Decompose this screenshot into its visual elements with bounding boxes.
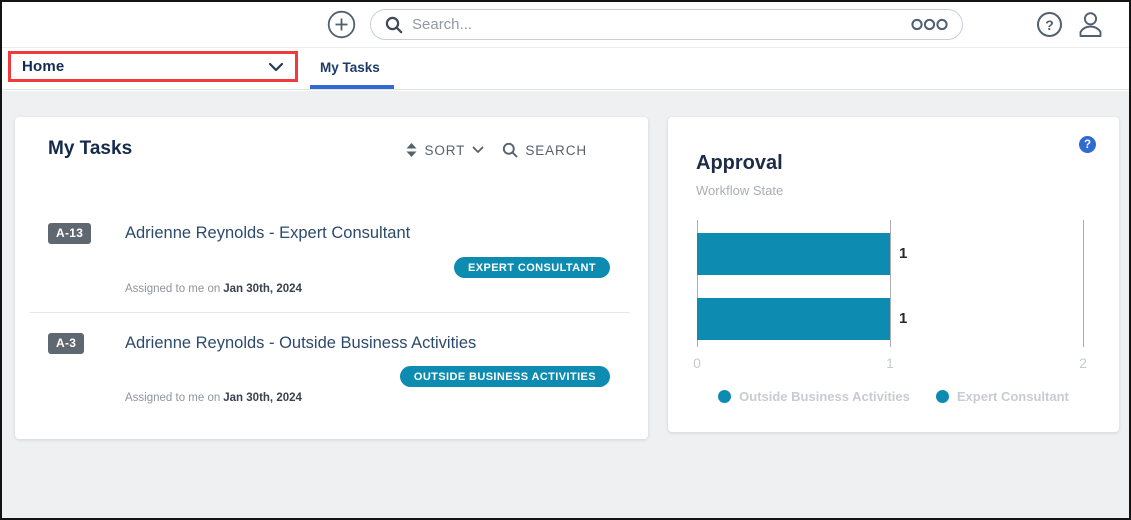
assigned-date: Jan 30th, 2024: [223, 283, 302, 295]
chart-bar: [697, 233, 890, 275]
list-controls: SORT SEARCH: [406, 142, 594, 158]
assigned-prefix: Assigned to me on: [125, 283, 220, 295]
search-tasks-label: SEARCH: [525, 143, 587, 158]
sort-label: SORT: [424, 143, 465, 158]
chart-help-icon[interactable]: ?: [1079, 136, 1096, 153]
legend-dot-icon: [718, 390, 731, 403]
assigned-date: Jan 30th, 2024: [223, 392, 302, 404]
task-title-link[interactable]: Adrienne Reynolds - Expert Consultant: [125, 224, 410, 243]
x-tick-label: 0: [693, 355, 701, 371]
task-id-badge: A-13: [48, 223, 91, 244]
home-dropdown-label: Home: [22, 58, 64, 75]
x-tick-label: 2: [1079, 355, 1087, 371]
assigned-prefix: Assigned to me on: [125, 392, 220, 404]
tab-my-tasks[interactable]: My Tasks: [320, 49, 380, 86]
legend-item: Outside Business Activities: [718, 389, 910, 404]
tab-my-tasks-label: My Tasks: [320, 60, 380, 75]
my-tasks-panel-title: My Tasks: [48, 138, 132, 160]
search-input[interactable]: Search...: [370, 9, 963, 40]
chart-bar: [697, 298, 890, 340]
x-axis-ticks: 012: [697, 355, 1083, 373]
more-options-icon[interactable]: [911, 18, 948, 31]
task-title-link[interactable]: Adrienne Reynolds - Outside Business Act…: [125, 334, 476, 353]
chart-legend: Outside Business Activities Expert Consul…: [668, 389, 1119, 404]
bar-value-label: 1: [899, 310, 907, 327]
bar-chart-plot: 11: [697, 220, 1083, 347]
my-tasks-panel: My Tasks SORT: [15, 117, 648, 439]
nav-bar: Home My Tasks: [2, 49, 1129, 90]
legend-label: Expert Consultant: [957, 389, 1069, 404]
task-assigned-text: Assigned to me onJan 30th, 2024: [125, 392, 302, 404]
search-tasks-icon: [502, 142, 518, 158]
x-gridline: [1083, 220, 1084, 347]
tab-active-underline: [310, 85, 394, 89]
help-icon[interactable]: ?: [1037, 12, 1062, 37]
chart-title: Approval: [696, 152, 783, 175]
sort-button[interactable]: SORT: [406, 143, 484, 158]
task-tag-badge: EXPERT CONSULTANT: [454, 257, 610, 278]
user-icon[interactable]: [1076, 10, 1105, 39]
content-area: My Tasks SORT: [2, 91, 1129, 518]
approval-panel: ? Approval Workflow State 11 012 Outside…: [668, 117, 1119, 432]
chart-subtitle: Workflow State: [696, 183, 783, 198]
search-placeholder: Search...: [412, 16, 902, 33]
home-dropdown[interactable]: Home: [8, 51, 298, 82]
chevron-down-icon: [268, 62, 284, 72]
legend-label: Outside Business Activities: [739, 389, 910, 404]
add-icon[interactable]: [327, 10, 356, 39]
search-tasks-button[interactable]: SEARCH: [502, 142, 594, 158]
task-id-badge: A-3: [48, 333, 84, 354]
top-bar: Search... ?: [2, 2, 1129, 48]
task-row-divider: [30, 312, 630, 313]
legend-item: Expert Consultant: [936, 389, 1069, 404]
legend-dot-icon: [936, 390, 949, 403]
search-icon: [385, 16, 403, 34]
bar-value-label: 1: [899, 245, 907, 262]
task-tag-badge: OUTSIDE BUSINESS ACTIVITIES: [400, 366, 610, 387]
x-tick-label: 1: [886, 355, 894, 371]
task-assigned-text: Assigned to me onJan 30th, 2024: [125, 283, 302, 295]
sort-icon: [406, 143, 417, 157]
x-gridline: [890, 220, 891, 347]
sort-chevron-down-icon: [472, 146, 484, 154]
